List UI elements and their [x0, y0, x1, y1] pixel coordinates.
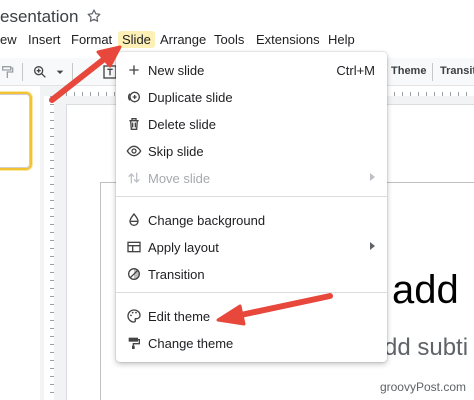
filmstrip — [0, 86, 38, 400]
menu-extensions[interactable]: Extensions — [256, 32, 320, 47]
menu-item-label: Change background — [148, 213, 266, 228]
slide-menu-dropdown: New slide Ctrl+M Duplicate slide Delete … — [116, 52, 387, 362]
menu-item-transition[interactable]: Transition — [116, 262, 387, 286]
menu-item-label: Apply layout — [148, 240, 219, 255]
menu-item-duplicate-slide[interactable]: Duplicate slide — [116, 85, 387, 109]
eye-icon — [126, 145, 142, 157]
slide-title-text[interactable]: add — [392, 268, 459, 313]
menu-item-new-slide[interactable]: New slide Ctrl+M — [116, 58, 387, 82]
document-title[interactable]: esentation — [0, 7, 78, 27]
menu-bar: ew Insert Format Slide Arrange Tools Ext… — [0, 30, 474, 52]
menu-item-skip-slide[interactable]: Skip slide — [116, 139, 387, 163]
toolbar-separator — [432, 63, 433, 81]
palette-icon — [127, 309, 141, 323]
menu-item-label: Transition — [148, 267, 205, 282]
menu-item-edit-theme[interactable]: Edit theme — [116, 304, 387, 328]
menu-item-label: Move slide — [148, 171, 211, 186]
toolbar-separator — [22, 63, 23, 81]
submenu-arrow-icon — [370, 173, 375, 181]
menu-insert[interactable]: Insert — [28, 32, 61, 47]
submenu-arrow-icon — [370, 242, 375, 250]
menu-separator — [116, 196, 387, 197]
menu-arrange[interactable]: Arrange — [160, 32, 206, 47]
menu-item-label: New slide — [148, 63, 205, 78]
menu-tools[interactable]: Tools — [214, 32, 244, 47]
menu-item-delete-slide[interactable]: Delete slide — [116, 112, 387, 136]
slide-thumbnail[interactable] — [0, 92, 32, 170]
menu-view[interactable]: ew — [0, 32, 17, 47]
menu-item-label: Skip slide — [148, 144, 204, 159]
zoom-icon[interactable] — [32, 64, 48, 80]
paint-format-icon[interactable] — [0, 64, 16, 80]
trash-icon — [129, 118, 139, 130]
menu-item-label: Delete slide — [148, 117, 216, 132]
menu-item-label: Change theme — [148, 336, 234, 351]
duplicate-icon — [127, 91, 140, 103]
menu-help[interactable]: Help — [328, 32, 355, 47]
theme-brush-icon — [128, 337, 140, 349]
plus-icon — [129, 65, 139, 75]
slide-subtitle-text[interactable]: dd subti — [384, 334, 468, 362]
menu-item-change-background[interactable]: Change background — [116, 208, 387, 232]
menu-item-apply-layout[interactable]: Apply layout — [116, 235, 387, 259]
slide-thumbnail-inner — [0, 94, 30, 168]
menu-item-label: Duplicate slide — [148, 90, 233, 105]
paint-drop-icon — [129, 212, 139, 226]
layout-icon — [127, 241, 141, 253]
menu-item-label: Edit theme — [148, 309, 211, 324]
menu-separator — [116, 292, 387, 293]
menu-item-change-theme[interactable]: Change theme — [116, 331, 387, 355]
vertical-ruler — [44, 96, 54, 400]
move-icon — [128, 172, 140, 184]
watermark: groovyPost.com — [379, 380, 466, 394]
transition-button[interactable]: Transiti — [440, 65, 474, 77]
toolbar-separator — [72, 63, 73, 81]
menu-item-shortcut: Ctrl+M — [336, 63, 375, 78]
title-row: esentation — [0, 0, 474, 32]
transition-icon — [128, 268, 140, 280]
chevron-down-icon[interactable] — [52, 64, 68, 80]
menu-item-move-slide: Move slide — [116, 166, 387, 190]
menu-slide[interactable]: Slide — [118, 31, 155, 48]
star-icon[interactable] — [86, 8, 102, 24]
theme-button[interactable]: Theme — [391, 65, 426, 77]
menu-format[interactable]: Format — [71, 32, 112, 47]
